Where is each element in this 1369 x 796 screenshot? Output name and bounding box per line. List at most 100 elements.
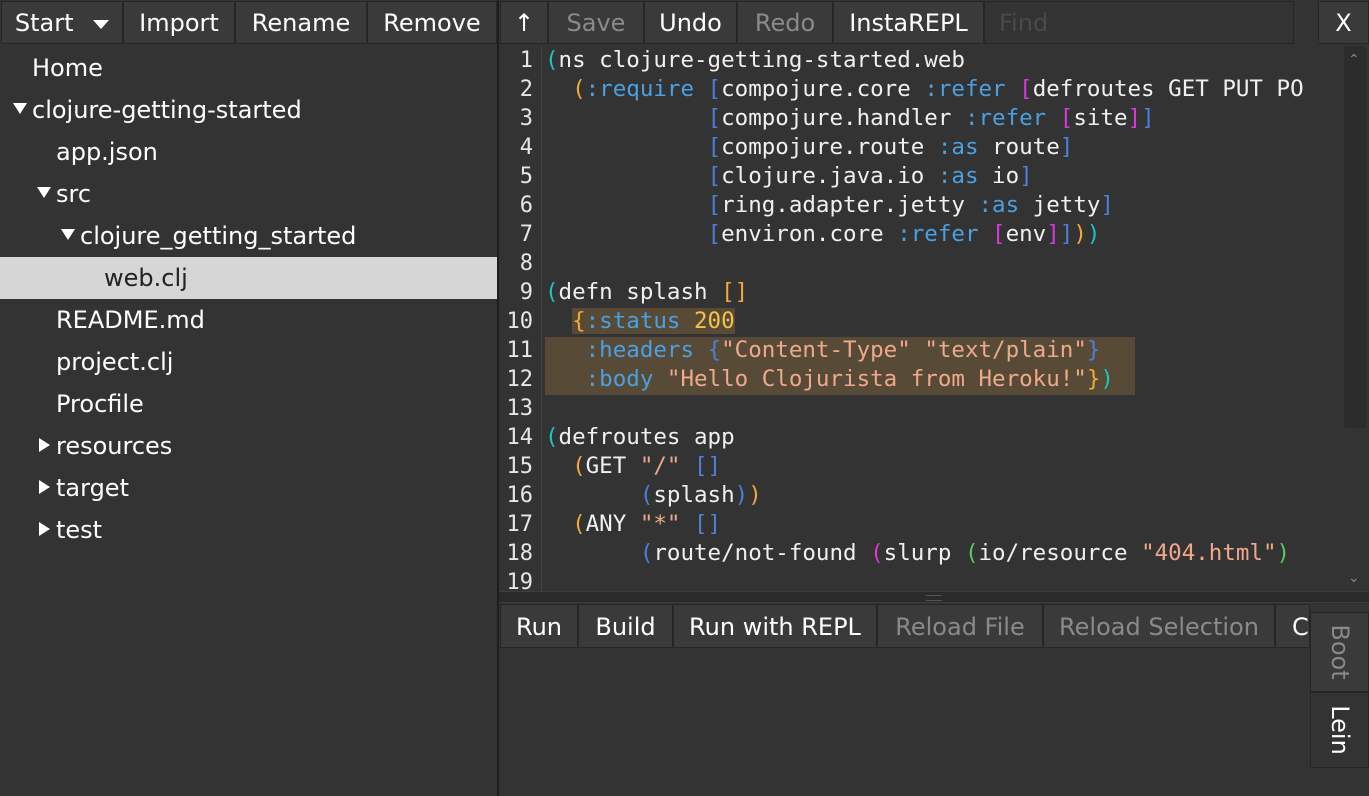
code-line: (ns clojure-getting-started.web	[545, 47, 965, 73]
line-number: 7	[519, 222, 533, 247]
tab-lein[interactable]: Lein	[1310, 692, 1369, 768]
collapsed-arrow-icon[interactable]	[39, 480, 50, 494]
code-line: [ring.adapter.jetty :as jetty]	[707, 192, 1114, 218]
tree-item-label: Home	[32, 54, 103, 82]
code-line: {:status 200	[572, 308, 735, 334]
close-editor-button[interactable]: X	[1318, 1, 1369, 44]
tree-item-label: test	[56, 516, 103, 544]
tree-item-label: app.json	[56, 138, 158, 166]
tree-item-project[interactable]: clojure-getting-started	[0, 89, 497, 131]
save-button[interactable]: Save	[548, 1, 644, 44]
line-number: 3	[519, 106, 533, 131]
expanded-arrow-icon[interactable]	[13, 103, 27, 114]
line-number: 17	[506, 512, 534, 537]
line-number: 19	[506, 570, 534, 591]
code-line: (ANY "*" []	[572, 511, 722, 537]
scroll-down-icon[interactable]: ⌄	[1348, 570, 1360, 586]
tree-item-label: clojure_getting_started	[80, 222, 357, 250]
line-number: 15	[506, 454, 534, 479]
tree-item-home[interactable]: Home	[0, 47, 497, 89]
tree-item-label: Procfile	[56, 390, 144, 418]
code-line: :headers {"Content-Type" "text/plain"}	[585, 337, 1101, 363]
tree-item-label: resources	[56, 432, 173, 460]
code-editor[interactable]: 1 2 3 4 5 6 7 8 9 10 11 12 13 14 15 16 1…	[499, 46, 1341, 591]
reload-file-button[interactable]: Reload File	[877, 604, 1043, 648]
line-number: 10	[506, 309, 534, 334]
redo-button[interactable]: Redo	[737, 1, 833, 44]
tree-item-src[interactable]: src	[0, 173, 497, 215]
code-line: (route/not-found (slurp (io/resource "40…	[639, 540, 1291, 566]
code-line: [compojure.handler :refer [site]]	[707, 105, 1155, 131]
import-button[interactable]: Import	[123, 1, 235, 44]
expanded-arrow-icon[interactable]	[61, 229, 75, 240]
tab-boot[interactable]: Boot	[1310, 612, 1369, 692]
line-number: 6	[519, 193, 533, 218]
tree-item-label: src	[56, 180, 92, 208]
tree-item-project-clj[interactable]: project.clj	[0, 341, 497, 383]
tree-item-procfile[interactable]: Procfile	[0, 383, 497, 425]
tree-item-label: README.md	[56, 306, 205, 334]
dropdown-arrow-icon	[93, 19, 110, 29]
tree-item-label: project.clj	[56, 348, 174, 376]
split-handle[interactable]	[499, 591, 1369, 603]
line-number: 5	[519, 164, 533, 189]
code-line: (splash))	[639, 482, 762, 508]
up-button[interactable]: ↑	[500, 1, 548, 44]
collapsed-arrow-icon[interactable]	[39, 522, 50, 536]
tree-item-test[interactable]: test	[0, 509, 497, 551]
code-line: [clojure.java.io :as io]	[707, 163, 1033, 189]
line-number: 8	[519, 251, 533, 276]
undo-button[interactable]: Undo	[644, 1, 737, 44]
tree-item-web-clj[interactable]: web.clj	[0, 257, 497, 299]
tab-lein-label: Lein	[1325, 705, 1354, 755]
output-console[interactable]	[499, 648, 1309, 796]
line-number: 11	[506, 338, 534, 363]
tab-boot-label: Boot	[1325, 624, 1354, 680]
line-number: 2	[519, 77, 533, 102]
run-button[interactable]: Run	[500, 604, 578, 648]
code-line: :body "Hello Clojurista from Heroku!"})	[585, 366, 1114, 392]
scrollbar-thumb[interactable]	[1344, 46, 1366, 428]
code-line: [compojure.route :as route]	[707, 134, 1074, 160]
remove-button[interactable]: Remove	[367, 1, 497, 44]
line-number: 13	[506, 396, 534, 421]
tree-item-app-json[interactable]: app.json	[0, 131, 497, 173]
tree-item-label: web.clj	[104, 264, 188, 292]
file-browser-pane: Start Import Rename Remove Home clojure-…	[0, 0, 497, 796]
tree-item-label: clojure-getting-started	[32, 96, 302, 124]
code-line: (:require [compojure.core :refer [defrou…	[572, 76, 1304, 102]
line-number: 16	[506, 483, 534, 508]
code-line: (defroutes app	[545, 424, 735, 450]
run-with-repl-button[interactable]: Run with REPL	[673, 604, 877, 648]
line-number-gutter: 1 2 3 4 5 6 7 8 9 10 11 12 13 14 15 16 1…	[499, 46, 541, 591]
expanded-arrow-icon[interactable]	[37, 187, 51, 198]
reload-selection-button[interactable]: Reload Selection	[1043, 604, 1275, 648]
line-number: 1	[519, 48, 533, 73]
build-button[interactable]: Build	[578, 604, 673, 648]
scroll-up-icon[interactable]: ⌃	[1348, 52, 1360, 68]
start-menu-button[interactable]: Start	[1, 1, 123, 44]
line-number: 14	[506, 425, 534, 450]
find-input[interactable]	[984, 1, 1294, 44]
line-number: 18	[506, 541, 534, 566]
code-line: [environ.core :refer [env]]))	[707, 221, 1101, 247]
tree-item-target[interactable]: target	[0, 467, 497, 509]
code-line: (defn splash []	[545, 279, 749, 305]
clear-button[interactable]: C	[1275, 604, 1310, 648]
line-number: 4	[519, 135, 533, 160]
tree-item-label: target	[56, 474, 129, 502]
line-number: 9	[519, 280, 533, 305]
tree-item-resources[interactable]: resources	[0, 425, 497, 467]
editor-scrollbar[interactable]: ⌃ ⌄	[1341, 46, 1369, 591]
collapsed-arrow-icon[interactable]	[39, 438, 50, 452]
tree-item-package[interactable]: clojure_getting_started	[0, 215, 497, 257]
code-line: (GET "/" []	[572, 453, 722, 479]
rename-button[interactable]: Rename	[235, 1, 367, 44]
tree-item-readme[interactable]: README.md	[0, 299, 497, 341]
grip-icon	[926, 595, 942, 601]
start-label: Start	[14, 9, 74, 37]
instarepl-button[interactable]: InstaREPL	[833, 1, 984, 44]
